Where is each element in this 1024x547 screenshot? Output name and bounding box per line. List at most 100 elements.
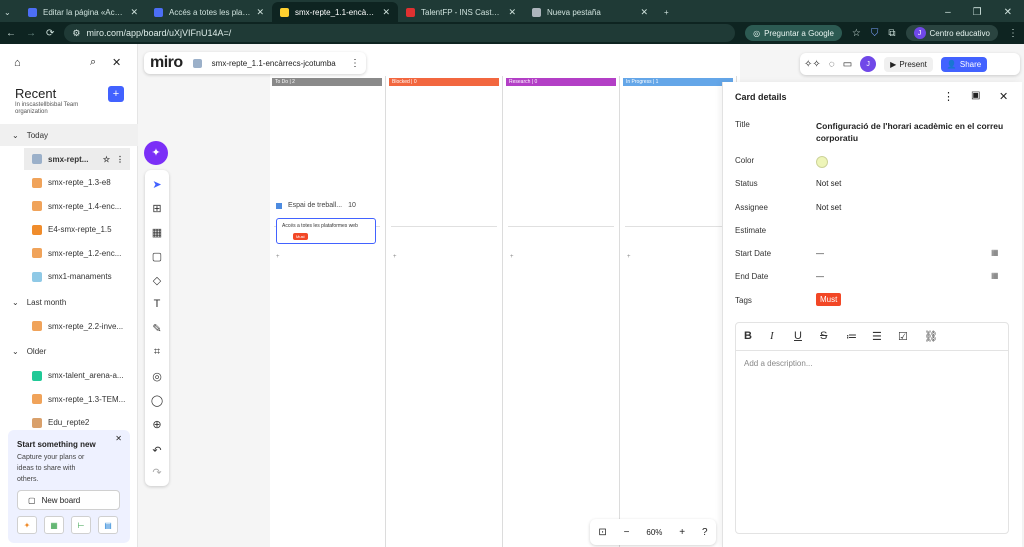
miro-logo[interactable]: miro <box>150 54 183 72</box>
sidebar-board-item[interactable]: smx-rept... ☆ ⋮ <box>24 148 130 170</box>
tab-search-icon[interactable]: ⌄ <box>0 2 20 22</box>
table-tool-icon[interactable]: ▦ <box>149 224 165 240</box>
url-field[interactable]: ⚙ miro.com/app/board/uXjVIFnU14A=/ <box>64 24 736 42</box>
color-swatch[interactable] <box>816 156 828 168</box>
collaborator-avatar[interactable]: J <box>860 56 877 72</box>
comment-tool-icon[interactable]: ◯ <box>149 392 165 408</box>
board-menu-icon[interactable]: ⋮ <box>350 58 360 69</box>
add-card-icon[interactable]: + <box>627 254 631 260</box>
template-flow-button[interactable]: ⊢ <box>71 516 91 534</box>
zoom-out-button[interactable]: − <box>624 527 630 538</box>
close-window-icon[interactable]: ✕ <box>1004 7 1012 18</box>
zoom-level[interactable]: 60% <box>646 528 662 537</box>
extensions-icon[interactable]: ⧉ <box>888 28 895 39</box>
templates-tool-icon[interactable]: ⊞ <box>149 200 165 216</box>
template-mindmap-button[interactable]: ✦ <box>17 516 37 534</box>
template-doc-button[interactable]: ▤ <box>98 516 118 534</box>
forward-icon[interactable]: → <box>26 28 36 39</box>
item-menu-icon[interactable]: ⋮ <box>116 155 124 164</box>
sidebar-board-item[interactable]: smx-repte_1.3-e8 <box>0 172 138 194</box>
field-value[interactable]: Not set <box>816 203 841 212</box>
field-value[interactable]: — <box>816 249 824 258</box>
browser-menu-icon[interactable]: ⋮ <box>1008 28 1018 39</box>
extension-shield-icon[interactable]: ⛉ <box>871 28 879 39</box>
text-tool-icon[interactable]: T <box>149 296 165 312</box>
card-title-field[interactable]: Configuració de l'horari acadèmic en el … <box>816 120 1011 144</box>
home-icon[interactable]: ⌂ <box>14 57 21 69</box>
sticky-note-icon[interactable]: ▢ <box>149 248 165 264</box>
zoom-in-button[interactable]: + <box>679 527 685 538</box>
sidebar-board-item[interactable]: smx-repte_1.4-enc... <box>0 195 138 217</box>
select-tool-icon[interactable]: ➤ <box>149 176 165 192</box>
apps-tool-icon[interactable]: ◎ <box>149 368 165 384</box>
chat-icon[interactable]: ◌ <box>829 59 835 70</box>
kanban-card[interactable]: Accés a totes les plataformes web Must <box>276 218 376 244</box>
frame-tool-icon[interactable]: ⌗ <box>149 344 165 360</box>
sidebar-section-header[interactable]: ⌄ Older <box>0 341 138 363</box>
shapes-tool-icon[interactable]: ◇ <box>149 272 165 288</box>
close-sidebar-icon[interactable]: ✕ <box>112 56 121 69</box>
video-icon[interactable]: ▭ <box>843 59 852 70</box>
swimlane-header[interactable]: Espai de treball... 10 <box>276 202 356 209</box>
column-header[interactable]: Research | 0 <box>506 78 616 86</box>
close-tab-icon[interactable]: ✕ <box>640 7 648 18</box>
new-board-button[interactable]: ▢ New board <box>17 490 120 510</box>
kanban-column[interactable]: Blocked | 0 + <box>387 76 503 547</box>
add-card-icon[interactable]: + <box>393 254 397 260</box>
numbered-list-icon[interactable]: ≔ <box>846 330 857 343</box>
tag-chip[interactable]: Must <box>816 293 842 306</box>
sidebar-board-item[interactable]: smx1-manaments <box>0 266 138 288</box>
ask-google-button[interactable]: ◎ Preguntar a Google <box>745 25 842 41</box>
kanban-column[interactable]: In Progress | 1 + <box>621 76 737 547</box>
calendar-icon[interactable]: ▦ <box>991 271 999 280</box>
pen-tool-icon[interactable]: ✎ <box>149 320 165 336</box>
undo-icon[interactable]: ↶ <box>149 442 165 458</box>
back-icon[interactable]: ← <box>6 28 16 39</box>
sidebar-board-item[interactable]: smx-repte_1.3-TEM... <box>0 388 138 410</box>
help-icon[interactable]: ? <box>702 527 708 538</box>
checklist-icon[interactable]: ☑ <box>898 330 908 343</box>
star-icon[interactable]: ☆ <box>103 155 110 164</box>
reload-icon[interactable]: ⟳ <box>46 28 54 39</box>
site-info-icon[interactable]: ⚙ <box>72 28 80 39</box>
minimize-icon[interactable]: – <box>945 7 951 18</box>
description-input[interactable]: Add a description... <box>744 359 812 368</box>
template-table-button[interactable]: ▦ <box>44 516 64 534</box>
sidebar-board-item[interactable]: E4-smx-repte_1.5 <box>0 219 138 241</box>
close-panel-icon[interactable]: ✕ <box>999 90 1008 103</box>
more-tools-icon[interactable]: ⊕ <box>149 416 165 432</box>
close-tab-icon[interactable]: ✕ <box>382 7 390 18</box>
calendar-icon[interactable]: ▦ <box>991 248 999 257</box>
browser-tab[interactable]: Editar la página «Accés a totes l ✕ <box>20 2 146 22</box>
underline-icon[interactable]: U <box>794 330 802 342</box>
link-icon[interactable]: ⛓ <box>924 330 938 343</box>
reactions-icon[interactable]: ✧✧ <box>804 59 821 70</box>
close-tab-icon[interactable]: ✕ <box>508 7 516 18</box>
new-tab-button[interactable]: + <box>656 2 674 22</box>
add-board-button[interactable]: + <box>108 86 124 102</box>
bookmark-star-icon[interactable]: ☆ <box>852 28 861 39</box>
ai-assist-button[interactable]: ✦ <box>144 141 168 165</box>
close-tab-icon[interactable]: ✕ <box>130 7 138 18</box>
column-header[interactable]: To Do | 2 <box>272 78 382 86</box>
browser-tab[interactable]: smx-repte_1.1-encàrrecs-jcotumb ✕ <box>272 2 398 22</box>
browser-tab[interactable]: Accés a totes les plataformes w ✕ <box>146 2 272 22</box>
kanban-column[interactable]: To Do | 2 + <box>270 76 386 547</box>
search-icon[interactable]: ⌕ <box>90 56 96 69</box>
column-header[interactable]: In Progress | 1 <box>623 78 733 86</box>
add-card-icon[interactable]: + <box>276 254 280 260</box>
present-button[interactable]: ▶ Present <box>884 56 933 72</box>
description-editor[interactable]: B I U S ≔ ☰ ☑ ⛓ Add a description... <box>735 322 1009 534</box>
share-button[interactable]: 👤 Share <box>940 56 988 72</box>
close-promo-icon[interactable]: ✕ <box>115 434 122 443</box>
bold-icon[interactable]: B <box>744 330 752 342</box>
sidebar-board-item[interactable]: smx-talent_arena-a... <box>0 365 138 387</box>
redo-icon[interactable]: ↷ <box>149 464 165 480</box>
kanban-column[interactable]: Research | 0 + <box>504 76 620 547</box>
column-header[interactable]: Blocked | 0 <box>389 78 499 86</box>
card-menu-icon[interactable]: ⋮ <box>943 90 954 103</box>
kanban-board[interactable]: To Do | 2 + Blocked | 0 + Research | 0 + In Pr… <box>270 44 740 547</box>
sidebar-board-item[interactable]: smx-repte_1.2-enc... <box>0 242 138 264</box>
add-card-icon[interactable]: + <box>510 254 514 260</box>
field-value[interactable]: — <box>816 272 824 281</box>
